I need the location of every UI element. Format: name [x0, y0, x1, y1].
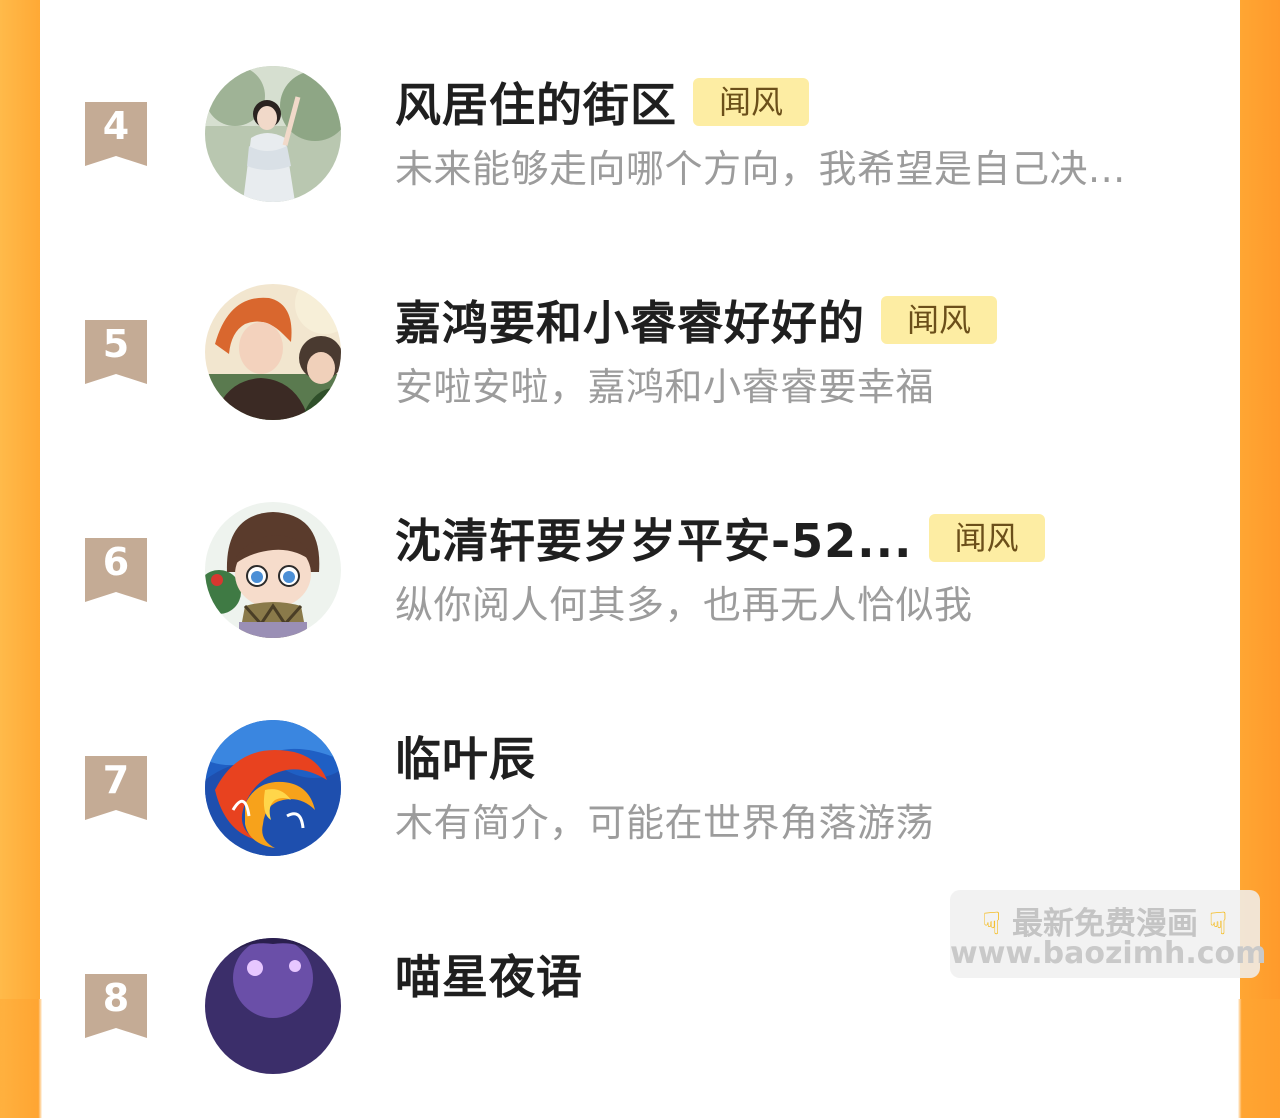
user-avatar[interactable] [205, 66, 341, 202]
user-name[interactable]: 临叶辰 [395, 723, 536, 789]
left-orange-border [0, 0, 40, 999]
ranking-row[interactable]: 4 风居住的街区 闻风 未来能够走向哪个方向，我希望是自己决... [40, 66, 1240, 246]
ranking-row[interactable]: 6 沈清轩要岁岁平安-52... 闻风 纵你阅人何其多，也再无人恰似我 [40, 502, 1240, 682]
user-name[interactable]: 嘉鸿要和小睿睿好好的 [395, 287, 865, 353]
rank-ribbon: 7 [85, 756, 147, 820]
user-avatar[interactable] [205, 720, 341, 856]
name-line: 风居住的街区 闻风 [395, 69, 810, 135]
ranking-row[interactable]: 5 嘉鸿要和小睿睿好好的 闻风 安啦安啦，嘉鸿和小睿睿要幸福 [40, 284, 1240, 464]
rank-number: 8 [102, 976, 130, 1020]
rank-ribbon: 4 [85, 102, 147, 166]
site-watermark: ☟ 最新免费漫画 ☟ www.baozimh.com [950, 890, 1267, 978]
user-bio: 安啦安啦，嘉鸿和小睿睿要幸福 [395, 365, 935, 409]
user-name[interactable]: 风居住的街区 [395, 69, 677, 135]
rank-ribbon: 6 [85, 538, 147, 602]
user-tag: 闻风 [928, 514, 1045, 562]
rank-ribbon: 5 [85, 320, 147, 384]
user-avatar[interactable] [205, 938, 341, 1074]
user-avatar[interactable] [205, 284, 341, 420]
rank-number: 4 [102, 104, 130, 148]
rank-number: 6 [102, 540, 130, 584]
rank-ribbon: 8 [85, 974, 147, 1038]
user-avatar[interactable] [205, 502, 341, 638]
rank-number: 5 [102, 322, 130, 366]
user-name[interactable]: 喵星夜语 [395, 941, 583, 1007]
user-bio: 纵你阅人何其多，也再无人恰似我 [395, 583, 973, 627]
name-line: 嘉鸿要和小睿睿好好的 闻风 [395, 287, 998, 353]
name-line: 临叶辰 [395, 726, 536, 786]
name-line: 喵星夜语 [395, 944, 583, 1004]
user-tag: 闻风 [693, 78, 810, 126]
user-bio: 木有简介，可能在世界角落游荡 [395, 801, 935, 845]
watermark-url: www.baozimh.com [950, 936, 1267, 971]
user-bio: 未来能够走向哪个方向，我希望是自己决... [395, 147, 1126, 191]
right-orange-border [1240, 0, 1280, 999]
ranking-panel: 4 风居住的街区 闻风 未来能够走向哪个方向，我希望是自己决... 5 嘉鸿要和… [40, 0, 1240, 1074]
ranking-row[interactable]: 7 临叶辰 木有简介，可能在世界角落游荡 [40, 720, 1240, 900]
user-tag: 闻风 [881, 296, 998, 344]
rank-number: 7 [102, 758, 130, 802]
name-line: 沈清轩要岁岁平安-52... 闻风 [395, 508, 1045, 568]
user-name[interactable]: 沈清轩要岁岁平安-52... [395, 505, 913, 571]
